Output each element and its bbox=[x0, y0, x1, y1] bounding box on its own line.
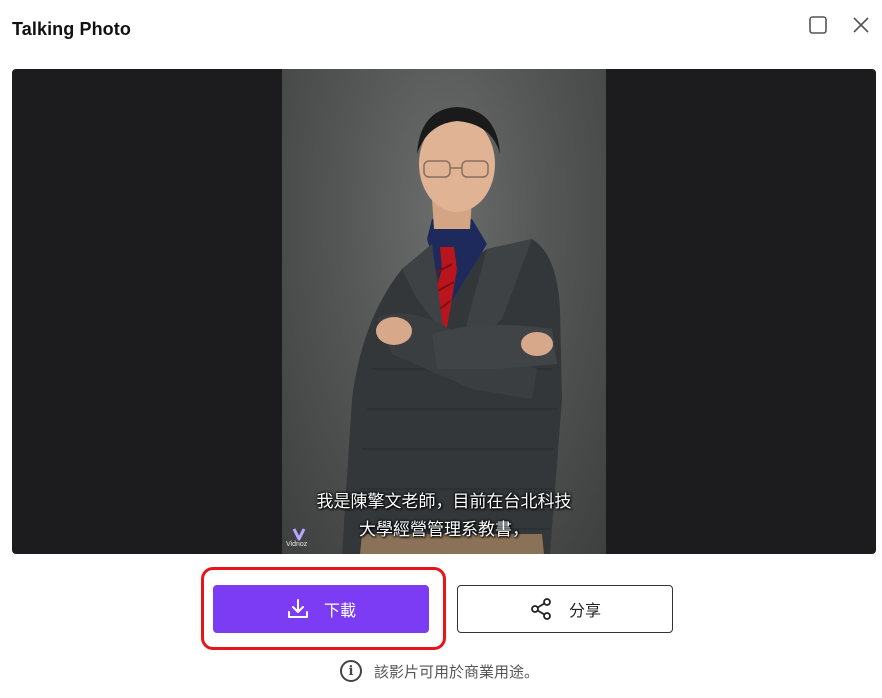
vidnoz-logo-icon bbox=[292, 528, 306, 541]
info-icon: i bbox=[340, 660, 362, 682]
video-player[interactable]: 我是陳擎文老師，目前在台北科技 大學經營管理系教書， Vidnoz bbox=[12, 69, 876, 554]
subtitle-line-1: 我是陳擎文老師，目前在台北科技 bbox=[316, 492, 572, 512]
dialog-title: Talking Photo bbox=[12, 19, 131, 39]
close-button[interactable] bbox=[848, 12, 874, 38]
commercial-use-text: 該影片可用於商業用途。 bbox=[374, 662, 540, 681]
close-icon bbox=[853, 17, 869, 33]
maximize-button[interactable] bbox=[805, 12, 831, 38]
share-label: 分享 bbox=[568, 601, 601, 620]
vidnoz-watermark: Vidnoz bbox=[286, 541, 308, 548]
portrait-figure bbox=[342, 107, 562, 554]
share-button[interactable]: 分享 bbox=[457, 585, 673, 633]
download-label: 下載 bbox=[323, 601, 356, 620]
subtitle-line-2: 大學經營管理系教書， bbox=[359, 520, 529, 540]
share-icon bbox=[531, 598, 551, 620]
download-button[interactable]: 下載 bbox=[213, 585, 429, 633]
talking-photo-dialog: Talking Photo 我是陳擎文老師，目前在台北科技 大學經營管理系教書，… bbox=[0, 0, 882, 698]
download-icon bbox=[287, 599, 308, 618]
commercial-use-note: i 該影片可用於商業用途。 bbox=[340, 659, 539, 683]
square-icon bbox=[809, 16, 827, 34]
talking-photo-frame: 我是陳擎文老師，目前在台北科技 大學經營管理系教書， Vidnoz bbox=[282, 69, 606, 554]
